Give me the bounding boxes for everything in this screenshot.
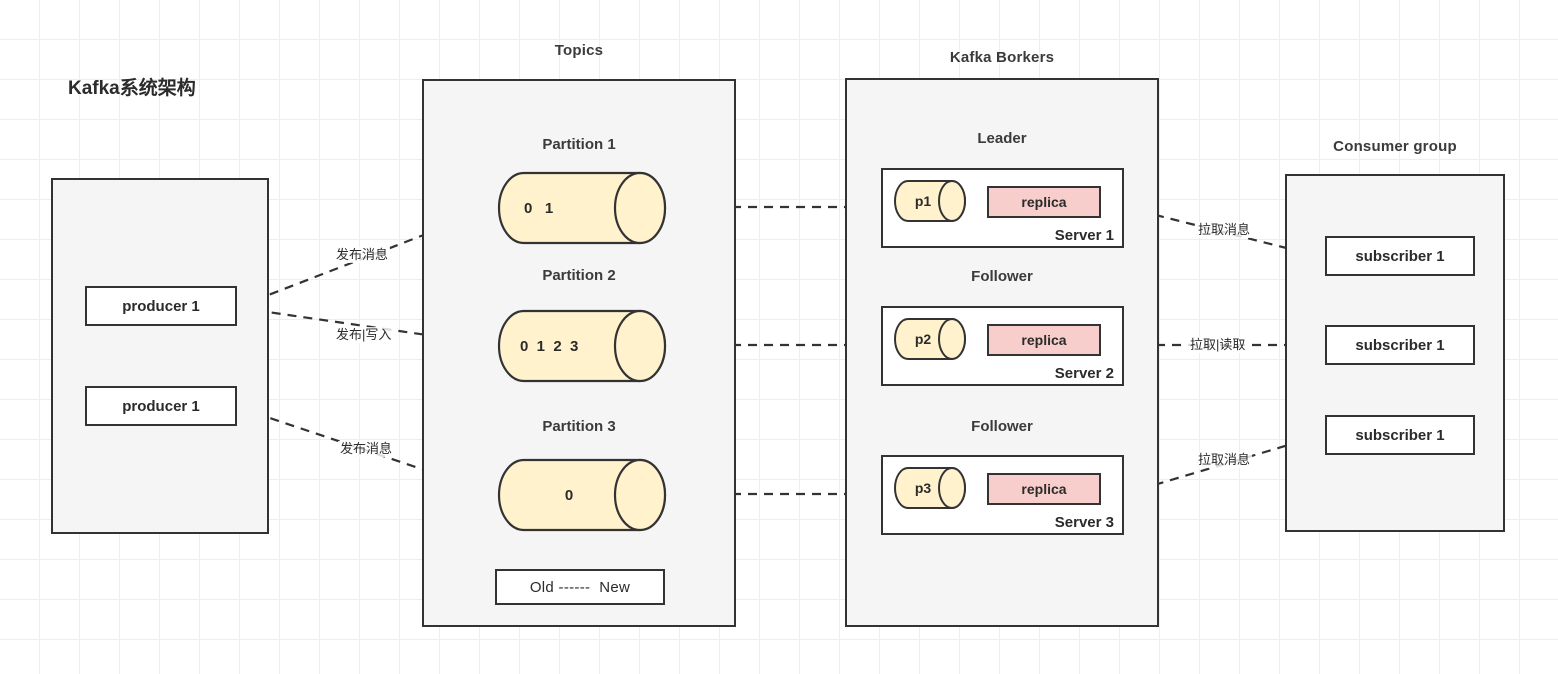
server-card-3[interactable]: p3 replica Server 3	[881, 455, 1124, 535]
partition-offsets-3: 0	[564, 486, 574, 504]
topics-group-title: Topics	[554, 42, 604, 59]
server-partition-cylinder-3: p3	[894, 467, 966, 509]
edge-label-pull-1: 拉取消息	[1196, 222, 1253, 238]
edge-label-publish-1: 发布消息	[334, 247, 391, 263]
server-name-1: Server 1	[1054, 227, 1114, 244]
server-partition-label-2: p2	[914, 331, 932, 347]
replica-box-3: replica	[987, 473, 1101, 505]
diagram-canvas: Kafka系统架构 producer 1 producer 1 Topics P…	[0, 0, 1558, 674]
page-title: Kafka系统架构	[68, 78, 196, 99]
server-partition-label-3: p3	[914, 480, 932, 496]
partition-cylinder-2[interactable]: 0 1 2 3	[497, 309, 667, 383]
server-partition-cylinder-1: p1	[894, 180, 966, 222]
edge-label-publish-2: 发布|写入	[334, 327, 394, 343]
producer-box-1[interactable]: producer 1	[85, 286, 237, 326]
server-role-2: Follower	[971, 268, 1033, 285]
consumer-group-title: Consumer group	[1333, 138, 1457, 155]
partition-cylinder-3[interactable]: 0	[497, 458, 667, 532]
partition-offsets-1: 0 1	[524, 199, 554, 217]
server-role-3: Follower	[971, 418, 1033, 435]
server-name-2: Server 2	[1054, 365, 1114, 382]
subscriber-label-3: subscriber 1	[1355, 426, 1445, 444]
partition-title-2: Partition 2	[542, 267, 616, 284]
producer-box-2[interactable]: producer 1	[85, 386, 237, 426]
subscriber-box-2[interactable]: subscriber 1	[1325, 325, 1475, 365]
subscriber-box-1[interactable]: subscriber 1	[1325, 236, 1475, 276]
brokers-group-title: Kafka Borkers	[949, 49, 1055, 66]
producer-label-2: producer 1	[122, 397, 200, 415]
edge-label-pull-3: 拉取消息	[1196, 452, 1253, 468]
subscriber-label-2: subscriber 1	[1355, 336, 1445, 354]
partition-offsets-2: 0 1 2 3	[520, 337, 579, 355]
server-name-3: Server 3	[1054, 514, 1114, 531]
producer-panel	[51, 178, 269, 534]
server-card-2[interactable]: p2 replica Server 2	[881, 306, 1124, 386]
partition-title-1: Partition 1	[542, 136, 616, 153]
replica-box-1: replica	[987, 186, 1101, 218]
subscriber-box-3[interactable]: subscriber 1	[1325, 415, 1475, 455]
replica-box-2: replica	[987, 324, 1101, 356]
server-partition-label-1: p1	[914, 193, 932, 209]
producer-label-1: producer 1	[122, 297, 200, 315]
subscriber-label-1: subscriber 1	[1355, 247, 1445, 265]
server-role-1: Leader	[977, 130, 1027, 147]
edge-label-pull-2: 拉取|读取	[1188, 337, 1248, 353]
server-partition-cylinder-2: p2	[894, 318, 966, 360]
partition-title-3: Partition 3	[542, 418, 616, 435]
server-card-1[interactable]: p1 replica Server 1	[881, 168, 1124, 248]
partition-cylinder-1[interactable]: 0 1	[497, 171, 667, 245]
old-new-legend: Old ------ New	[495, 569, 665, 605]
edge-label-publish-3: 发布消息	[338, 441, 395, 457]
